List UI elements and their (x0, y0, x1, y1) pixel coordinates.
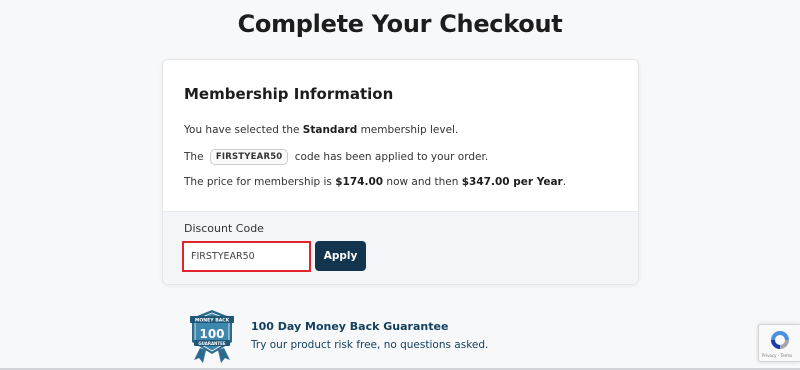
price-text-prefix: The price for membership is (184, 176, 336, 188)
price-text-mid: now and then (383, 176, 462, 188)
price-text-end: . (562, 176, 567, 188)
recaptcha-icon (771, 331, 789, 349)
level-text-suffix: membership level. (357, 124, 459, 136)
page-title: Complete Your Checkout (237, 10, 563, 38)
recurring-price: $347.00 per Year (461, 176, 563, 188)
membership-heading: Membership Information (184, 85, 394, 103)
guarantee-subtitle: Try our product risk free, no questions … (251, 339, 489, 351)
code-text-suffix: code has been applied to your order. (291, 151, 489, 163)
discount-code-label: Discount Code (184, 222, 264, 235)
level-text-prefix: You have selected the (184, 124, 303, 136)
price-text: The price for membership is $174.00 now … (184, 176, 566, 188)
discount-section: Discount Code Apply (163, 211, 638, 284)
initial-price: $174.00 (335, 176, 384, 188)
selected-level-text: You have selected the Standard membershi… (184, 124, 458, 136)
money-back-badge-icon: MONEY BACK 100 GUARANTEE (190, 310, 234, 363)
guarantee-title: 100 Day Money Back Guarantee (251, 320, 449, 333)
recaptcha-badge[interactable]: Privacy - Terms (758, 324, 800, 362)
membership-level: Standard (302, 124, 358, 136)
badge-top-text: MONEY BACK (195, 318, 230, 324)
guarantee-section: MONEY BACK 100 GUARANTEE 100 Day Money B… (188, 308, 588, 366)
applied-code-text: The FIRSTYEAR50 code has been applied to… (184, 149, 488, 165)
badge-number-text: 100 (199, 327, 224, 341)
apply-discount-button[interactable]: Apply (315, 241, 366, 271)
code-text-prefix: The (184, 151, 207, 163)
recaptcha-links[interactable]: Privacy - Terms (762, 353, 792, 358)
membership-card: Membership Information You have selected… (162, 59, 639, 285)
badge-bottom-text: GUARANTEE (198, 341, 225, 346)
applied-code-chip: FIRSTYEAR50 (209, 149, 289, 165)
discount-code-input[interactable] (182, 241, 311, 272)
